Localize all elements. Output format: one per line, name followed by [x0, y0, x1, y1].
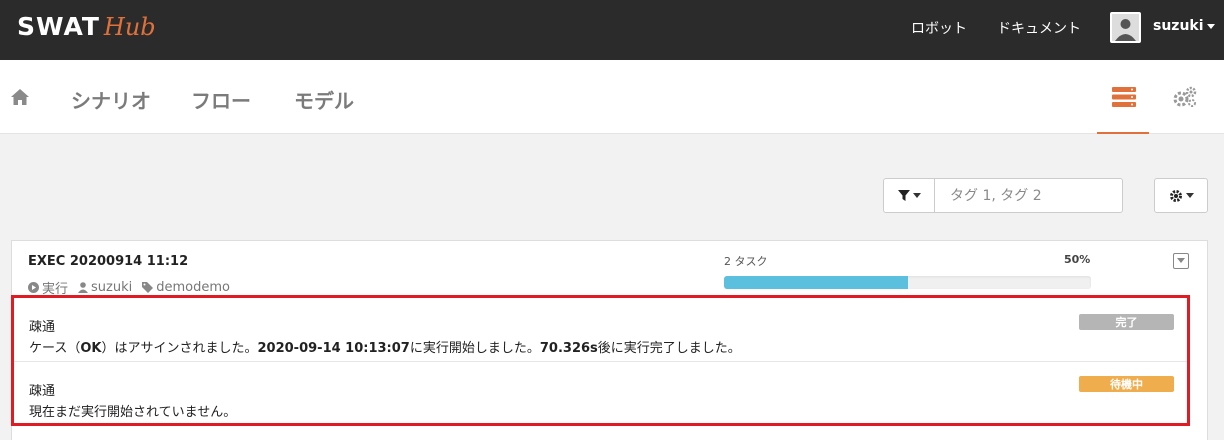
task-description: ケース（OK）はアサインされました。2020-09-14 10:13:07に実行…	[29, 341, 741, 356]
home-icon[interactable]	[10, 88, 30, 110]
swat-hub-logo[interactable]: SWAT Hub	[17, 12, 156, 44]
task-description: 現在まだ実行開始されていません。	[29, 405, 237, 420]
user-meta: suzuki	[78, 280, 132, 295]
progress-fill	[724, 276, 908, 289]
document-link[interactable]: ドキュメント	[997, 18, 1081, 38]
status-badge: 完了	[1079, 314, 1174, 330]
filter-dropdown-button[interactable]	[884, 179, 935, 212]
tag-filter	[883, 178, 1123, 213]
task-list: 疎通 ケース（OK）はアサインされました。2020-09-14 10:13:07…	[11, 295, 1190, 426]
tag-meta: demodemo	[142, 280, 230, 295]
active-tab-indicator	[1097, 132, 1149, 134]
progress-percent: 50%	[1064, 253, 1091, 266]
task-row[interactable]: 疎通 現在まだ実行開始されていません。 待機中	[14, 362, 1187, 426]
settings-dropdown-button[interactable]	[1154, 178, 1208, 213]
status-badge: 待機中	[1079, 376, 1174, 392]
logo-text: SWAT	[17, 12, 100, 41]
caret-down-icon	[1185, 193, 1194, 198]
tag-icon	[142, 282, 154, 293]
task-row[interactable]: 疎通 ケース（OK）はアサインされました。2020-09-14 10:13:07…	[14, 298, 1187, 362]
logo-sub-text: Hub	[103, 13, 156, 41]
main-nav: シナリオ フロー モデル	[0, 60, 1224, 134]
caret-down-icon	[912, 193, 921, 198]
user-name-label: suzuki	[1153, 18, 1204, 34]
user-icon	[78, 282, 89, 293]
tag-filter-input[interactable]	[936, 179, 1122, 212]
play-circle-icon	[28, 282, 39, 293]
nav-scenario[interactable]: シナリオ	[71, 85, 151, 114]
progress-bar	[724, 276, 1091, 289]
user-label: suzuki	[91, 280, 133, 295]
user-avatar-icon	[1112, 14, 1139, 41]
nav-flow[interactable]: フロー	[191, 85, 251, 114]
list-view-icon[interactable]	[1112, 87, 1136, 111]
collapse-toggle-icon[interactable]	[1173, 253, 1189, 269]
user-menu[interactable]: suzuki	[1153, 18, 1215, 34]
task-name: 疎通	[29, 384, 56, 399]
avatar[interactable]	[1110, 12, 1141, 43]
task-name: 疎通	[29, 320, 56, 335]
top-bar: SWAT Hub ロボット ドキュメント suzuki	[0, 0, 1224, 60]
settings-gears-icon[interactable]	[1173, 86, 1197, 112]
execution-title: EXEC 20200914 11:12	[28, 254, 189, 269]
robot-link[interactable]: ロボット	[911, 18, 967, 38]
nav-model[interactable]: モデル	[294, 85, 354, 114]
gear-icon	[1169, 189, 1182, 202]
caret-down-icon	[1206, 23, 1215, 29]
filter-icon	[897, 189, 910, 201]
tag-label[interactable]: demodemo	[156, 280, 230, 295]
task-count: 2 タスク	[724, 255, 768, 268]
